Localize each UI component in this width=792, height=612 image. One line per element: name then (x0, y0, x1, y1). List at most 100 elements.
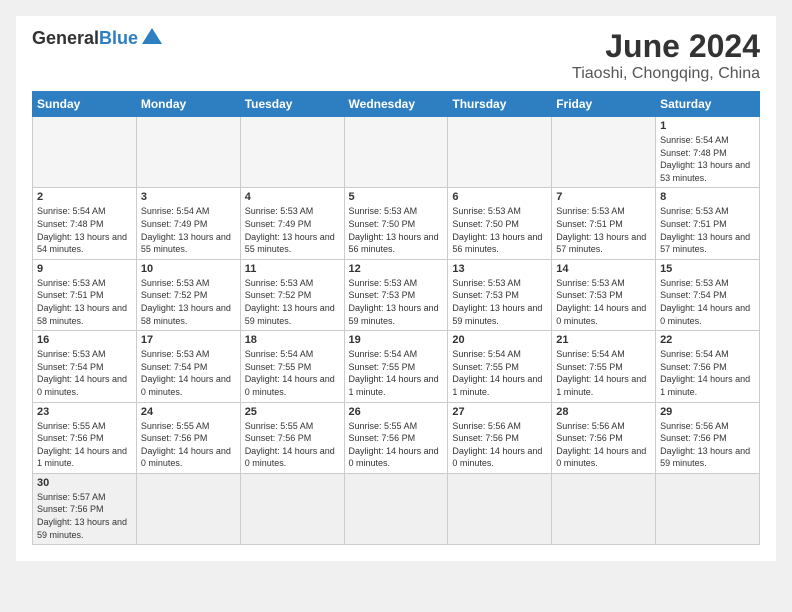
day-info: Sunrise: 5:55 AM Sunset: 7:56 PM Dayligh… (245, 420, 340, 470)
header: GeneralBlue June 2024 Tiaoshi, Chongqing… (32, 28, 760, 83)
day-number: 3 (141, 191, 236, 203)
day-info: Sunrise: 5:54 AM Sunset: 7:56 PM Dayligh… (660, 348, 755, 398)
day-info: Sunrise: 5:53 AM Sunset: 7:52 PM Dayligh… (141, 277, 236, 327)
day-info: Sunrise: 5:55 AM Sunset: 7:56 PM Dayligh… (37, 420, 132, 470)
week-row-1: 2 Sunrise: 5:54 AM Sunset: 7:48 PM Daylig… (33, 188, 760, 259)
day-cell (240, 473, 344, 544)
day-cell: 10Sunrise: 5:53 AM Sunset: 7:52 PM Dayli… (136, 259, 240, 330)
day-cell: 16 Sunrise: 5:53 AM Sunset: 7:54 PM Dayli… (33, 331, 137, 402)
day-info: Sunrise: 5:53 AM Sunset: 7:52 PM Dayligh… (245, 277, 340, 327)
day-number: 27 (452, 406, 547, 418)
day-number: 2 (37, 191, 132, 203)
day-cell: 29 Sunrise: 5:56 AM Sunset: 7:56 PM Dayli… (656, 402, 760, 473)
day-header-monday: Monday (136, 92, 240, 117)
day-cell: 13 Sunrise: 5:53 AM Sunset: 7:53 PM Dayli… (448, 259, 552, 330)
day-cell: 21Sunrise: 5:54 AM Sunset: 7:55 PM Dayli… (552, 331, 656, 402)
day-number: 1 (660, 120, 755, 132)
day-cell: 30 Sunrise: 5:57 AM Sunset: 7:56 PM Dayli… (33, 473, 137, 544)
day-info: Sunrise: 5:53 AM Sunset: 7:54 PM Dayligh… (141, 348, 236, 398)
day-cell: 9Sunrise: 5:53 AM Sunset: 7:51 PM Daylig… (33, 259, 137, 330)
day-cell (136, 117, 240, 188)
day-info: Sunrise: 5:55 AM Sunset: 7:56 PM Dayligh… (349, 420, 444, 470)
day-info: Sunrise: 5:56 AM Sunset: 7:56 PM Dayligh… (556, 420, 651, 470)
day-cell: 19Sunrise: 5:54 AM Sunset: 7:55 PM Dayli… (344, 331, 448, 402)
day-cell: 15Sunrise: 5:53 AM Sunset: 7:54 PM Dayli… (656, 259, 760, 330)
day-info: Sunrise: 5:56 AM Sunset: 7:56 PM Dayligh… (660, 420, 755, 470)
day-number: 28 (556, 406, 651, 418)
day-header-saturday: Saturday (656, 92, 760, 117)
day-header-tuesday: Tuesday (240, 92, 344, 117)
day-cell (448, 473, 552, 544)
day-cell: 12 Sunrise: 5:53 AM Sunset: 7:53 PM Dayli… (344, 259, 448, 330)
day-cell (552, 473, 656, 544)
calendar-table: SundayMondayTuesdayWednesdayThursdayFrid… (32, 91, 760, 545)
day-cell: 23 Sunrise: 5:55 AM Sunset: 7:56 PM Dayli… (33, 402, 137, 473)
day-header-sunday: Sunday (33, 92, 137, 117)
day-number: 29 (660, 406, 755, 418)
day-info: Sunrise: 5:54 AM Sunset: 7:55 PM Dayligh… (349, 348, 444, 398)
logo-text: GeneralBlue (32, 29, 138, 47)
day-cell: 17 Sunrise: 5:53 AM Sunset: 7:54 PM Dayli… (136, 331, 240, 402)
day-number: 18 (245, 334, 340, 346)
day-cell: 1 Sunrise: 5:54 AM Sunset: 7:48 PM Daylig… (656, 117, 760, 188)
month-title: June 2024 (572, 28, 760, 65)
day-cell: 14Sunrise: 5:53 AM Sunset: 7:53 PM Dayli… (552, 259, 656, 330)
day-cell: 25 Sunrise: 5:55 AM Sunset: 7:56 PM Dayli… (240, 402, 344, 473)
day-info: Sunrise: 5:54 AM Sunset: 7:55 PM Dayligh… (452, 348, 547, 398)
day-header-thursday: Thursday (448, 92, 552, 117)
week-row-4: 23 Sunrise: 5:55 AM Sunset: 7:56 PM Dayli… (33, 402, 760, 473)
day-number: 5 (349, 191, 444, 203)
day-cell (240, 117, 344, 188)
day-cell: 20 Sunrise: 5:54 AM Sunset: 7:55 PM Dayli… (448, 331, 552, 402)
day-number: 17 (141, 334, 236, 346)
day-number: 22 (660, 334, 755, 346)
day-info: Sunrise: 5:53 AM Sunset: 7:51 PM Dayligh… (660, 205, 755, 255)
day-number: 12 (349, 263, 444, 275)
day-number: 26 (349, 406, 444, 418)
day-number: 23 (37, 406, 132, 418)
logo-icon (140, 24, 164, 48)
day-number: 16 (37, 334, 132, 346)
day-cell: 28 Sunrise: 5:56 AM Sunset: 7:56 PM Dayli… (552, 402, 656, 473)
day-cell: 6Sunrise: 5:53 AM Sunset: 7:50 PM Daylig… (448, 188, 552, 259)
day-number: 25 (245, 406, 340, 418)
day-info: Sunrise: 5:53 AM Sunset: 7:50 PM Dayligh… (349, 205, 444, 255)
day-number: 7 (556, 191, 651, 203)
day-cell: 5 Sunrise: 5:53 AM Sunset: 7:50 PM Daylig… (344, 188, 448, 259)
day-info: Sunrise: 5:53 AM Sunset: 7:54 PM Dayligh… (37, 348, 132, 398)
day-number: 20 (452, 334, 547, 346)
day-cell: 26 Sunrise: 5:55 AM Sunset: 7:56 PM Dayli… (344, 402, 448, 473)
day-info: Sunrise: 5:53 AM Sunset: 7:51 PM Dayligh… (556, 205, 651, 255)
day-cell (33, 117, 137, 188)
logo: GeneralBlue (32, 28, 164, 48)
day-number: 9 (37, 263, 132, 275)
day-number: 8 (660, 191, 755, 203)
day-cell: 24Sunrise: 5:55 AM Sunset: 7:56 PM Dayli… (136, 402, 240, 473)
week-row-3: 16 Sunrise: 5:53 AM Sunset: 7:54 PM Dayli… (33, 331, 760, 402)
day-info: Sunrise: 5:53 AM Sunset: 7:53 PM Dayligh… (452, 277, 547, 327)
day-header-wednesday: Wednesday (344, 92, 448, 117)
day-cell: 11 Sunrise: 5:53 AM Sunset: 7:52 PM Dayli… (240, 259, 344, 330)
day-cell: 18 Sunrise: 5:54 AM Sunset: 7:55 PM Dayli… (240, 331, 344, 402)
day-cell (344, 473, 448, 544)
day-info: Sunrise: 5:57 AM Sunset: 7:56 PM Dayligh… (37, 491, 132, 541)
day-number: 14 (556, 263, 651, 275)
day-info: Sunrise: 5:54 AM Sunset: 7:48 PM Dayligh… (37, 205, 132, 255)
day-number: 13 (452, 263, 547, 275)
week-row-0: 1 Sunrise: 5:54 AM Sunset: 7:48 PM Daylig… (33, 117, 760, 188)
day-cell (552, 117, 656, 188)
day-number: 11 (245, 263, 340, 275)
day-number: 4 (245, 191, 340, 203)
day-cell: 4 Sunrise: 5:53 AM Sunset: 7:49 PM Daylig… (240, 188, 344, 259)
day-cell: 7 Sunrise: 5:53 AM Sunset: 7:51 PM Daylig… (552, 188, 656, 259)
day-info: Sunrise: 5:54 AM Sunset: 7:55 PM Dayligh… (245, 348, 340, 398)
day-number: 30 (37, 477, 132, 489)
day-cell (344, 117, 448, 188)
day-info: Sunrise: 5:53 AM Sunset: 7:49 PM Dayligh… (245, 205, 340, 255)
day-cell: 3Sunrise: 5:54 AM Sunset: 7:49 PM Daylig… (136, 188, 240, 259)
day-info: Sunrise: 5:54 AM Sunset: 7:48 PM Dayligh… (660, 134, 755, 184)
day-cell: 2 Sunrise: 5:54 AM Sunset: 7:48 PM Daylig… (33, 188, 137, 259)
header-row: SundayMondayTuesdayWednesdayThursdayFrid… (33, 92, 760, 117)
day-info: Sunrise: 5:53 AM Sunset: 7:53 PM Dayligh… (349, 277, 444, 327)
day-number: 6 (452, 191, 547, 203)
